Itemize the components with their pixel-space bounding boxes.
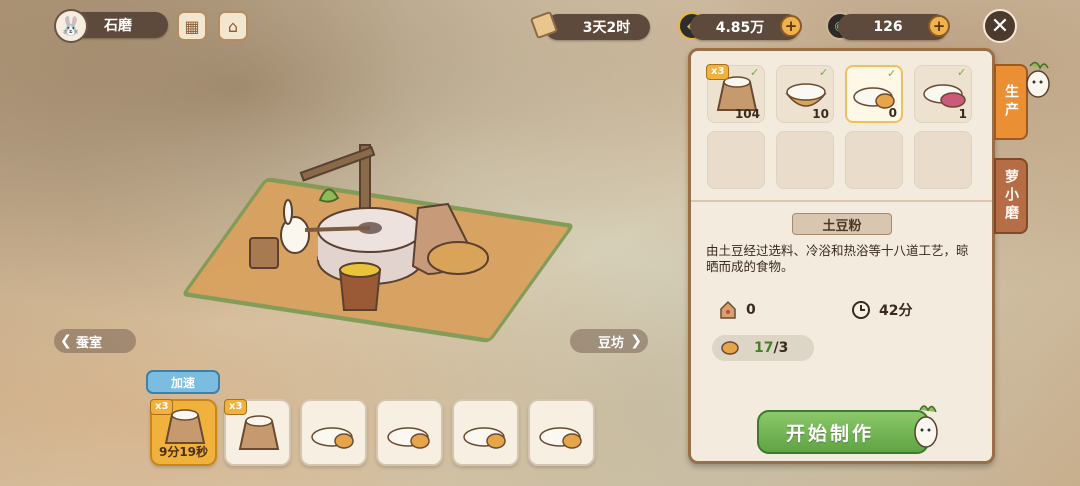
queue-slot[interactable]: x3 <box>224 399 291 466</box>
potato-flour-icon <box>387 427 430 449</box>
recipe-count: 0 <box>888 106 897 120</box>
radish-mascot-icon <box>914 405 938 448</box>
nav-prev-label: 蚕室 <box>76 335 103 351</box>
start-production-button[interactable]: 开始制作 <box>757 410 929 454</box>
queue-slot[interactable] <box>528 399 595 466</box>
add-money-button[interactable]: + <box>780 15 802 37</box>
check-icon: ✓ <box>750 66 760 79</box>
check-icon: ✓ <box>819 66 829 79</box>
stone-mill-scene[interactable] <box>200 130 560 330</box>
recipe-slot-selected[interactable]: ✓ 0 <box>845 65 903 123</box>
duration-value: 42分 <box>879 303 913 319</box>
game-time: 3天2时 <box>582 20 631 36</box>
item-description: 由土豆经过选料、冷浴和热浴等十八道工艺，晾晒而成的食物。 <box>706 243 969 274</box>
potato-flour-icon <box>311 427 354 449</box>
speed-up-button[interactable]: 加速 <box>146 370 220 394</box>
check-icon: ✓ <box>957 66 967 79</box>
queue-timer: 9分19秒 <box>158 445 209 459</box>
queue-slot[interactable] <box>376 399 443 466</box>
close-button[interactable]: ✕ <box>983 9 1017 43</box>
nav-next-building[interactable]: 豆坊 ❯ <box>570 329 648 353</box>
clock-icon <box>851 300 871 320</box>
duration-stat: 42分 <box>851 300 912 320</box>
ingredient-need: /3 <box>773 340 789 356</box>
quantity-badge: x3 <box>224 399 248 415</box>
queue-slot[interactable] <box>300 399 367 466</box>
storage-hut-icon <box>718 300 738 320</box>
time-pill: 3天2时 <box>545 14 650 40</box>
recipe-slot[interactable]: x3 ✓ 104 <box>706 64 765 123</box>
home-icon[interactable]: ⌂ <box>218 11 248 41</box>
potato-flour-icon <box>539 427 582 449</box>
chevron-right-icon: ❯ <box>630 333 642 349</box>
recipe-count: 1 <box>958 107 967 121</box>
stock-stat: 0 <box>718 300 756 320</box>
panel-divider <box>691 200 992 202</box>
recipe-count: 10 <box>812 107 829 121</box>
scroll-banner-icon[interactable]: ▦ <box>177 11 207 41</box>
chevron-left-icon: ❮ <box>60 333 72 349</box>
empty-recipe-slot <box>845 131 903 189</box>
queue-slot[interactable]: x3 9分19秒 <box>150 399 217 466</box>
item-title: 土豆粉 <box>792 213 892 235</box>
recipe-slot[interactable]: ✓ 10 <box>776 65 834 123</box>
ingredient-requirement: 17/3 <box>712 335 814 361</box>
empty-recipe-slot <box>914 131 972 189</box>
stock-value: 0 <box>746 302 756 318</box>
nav-prev-building[interactable]: ❮ 蚕室 <box>54 329 136 353</box>
gem-amount: 126 <box>873 19 903 35</box>
recipe-count: 104 <box>734 107 760 121</box>
radish-mascot-icon <box>1026 61 1050 98</box>
rabbit-avatar-icon[interactable]: 🐰 <box>54 9 88 43</box>
quantity-badge: x3 <box>706 64 730 80</box>
check-icon: ✓ <box>887 67 897 80</box>
empty-recipe-slot <box>776 131 834 189</box>
tab-radish-mill[interactable]: 萝小磨 <box>994 158 1028 234</box>
potato-icon <box>721 341 739 355</box>
recipe-slot[interactable]: ✓ 1 <box>914 65 972 123</box>
location-name: 石磨 <box>104 18 132 34</box>
nav-next-label: 豆坊 <box>598 335 625 351</box>
quantity-badge: x3 <box>150 399 174 415</box>
empty-recipe-slot <box>707 131 765 189</box>
ingredient-have: 17 <box>754 340 774 356</box>
money-amount: 4.85万 <box>715 20 765 36</box>
potato-flour-icon <box>463 427 506 449</box>
add-gem-button[interactable]: + <box>928 15 950 37</box>
queue-slot[interactable] <box>452 399 519 466</box>
